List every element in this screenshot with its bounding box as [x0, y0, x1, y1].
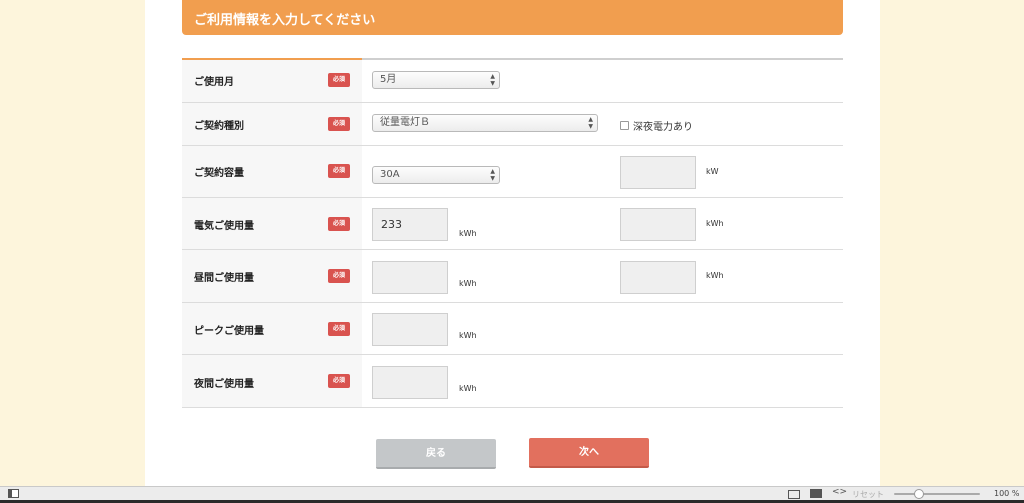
required-badge: 必須: [328, 117, 350, 131]
required-badge: 必須: [328, 164, 350, 178]
label-cell: ご契約種別 必須: [182, 103, 362, 145]
row-label: ピークご使用量: [194, 326, 264, 337]
unit-label: kWh: [459, 229, 477, 238]
row-peak-usage: ピークご使用量 必須 kWh: [182, 303, 843, 355]
required-badge: 必須: [328, 217, 350, 231]
daytime-usage-right-input[interactable]: [620, 261, 696, 294]
month-select[interactable]: 5月 ▲ ▼: [372, 71, 500, 89]
contract-type-select-value: 従量電灯Ｂ: [380, 117, 430, 128]
reset-label[interactable]: リセット: [852, 489, 884, 500]
select-arrows-icon: ▲ ▼: [588, 116, 593, 130]
label-cell: ご契約容量 必須: [182, 146, 362, 197]
month-select-value: 5月: [380, 74, 397, 85]
unit-label: kWh: [706, 271, 724, 280]
back-button[interactable]: 戻る: [376, 439, 496, 469]
label-cell: 昼間ご使用量 必須: [182, 250, 362, 302]
row-label: ご契約種別: [194, 121, 244, 132]
capacity-select-value: 30A: [380, 169, 400, 180]
screen-icon[interactable]: [788, 490, 800, 499]
unit-label: kWh: [459, 384, 477, 393]
zoom-slider-handle[interactable]: [914, 489, 924, 499]
label-cell: 夜間ご使用量 必須: [182, 355, 362, 407]
daytime-usage-input[interactable]: [372, 261, 448, 294]
status-bar: <> リセット 100 %: [0, 486, 1024, 500]
late-night-checkbox[interactable]: [620, 121, 629, 130]
electric-usage-input[interactable]: 233: [372, 208, 448, 241]
electric-usage-right-input[interactable]: [620, 208, 696, 241]
label-cell: ご使用月 必須: [182, 60, 362, 102]
capacity-select[interactable]: 30A ▲ ▼: [372, 166, 500, 184]
code-icon[interactable]: <>: [832, 487, 847, 497]
night-usage-input[interactable]: [372, 366, 448, 399]
peak-usage-input[interactable]: [372, 313, 448, 346]
select-arrows-icon: ▲ ▼: [490, 168, 495, 182]
section-title: ご利用情報を入力してください: [194, 13, 376, 28]
next-button[interactable]: 次へ: [529, 438, 649, 468]
required-badge: 必須: [328, 269, 350, 283]
row-label: 電気ご使用量: [194, 221, 254, 232]
required-badge: 必須: [328, 73, 350, 87]
late-night-checkbox-label[interactable]: 深夜電力あり: [633, 118, 693, 133]
row-label: ご使用月: [194, 77, 234, 88]
section-header: ご利用情報を入力してください: [182, 0, 843, 35]
row-daytime-usage: 昼間ご使用量 必須 kWh kWh: [182, 250, 843, 303]
unit-label: kWh: [459, 279, 477, 288]
row-night-usage: 夜間ご使用量 必須 kWh: [182, 355, 843, 408]
zoom-slider-track[interactable]: [894, 493, 980, 495]
select-arrows-icon: ▲ ▼: [490, 73, 495, 87]
contract-type-select[interactable]: 従量電灯Ｂ ▲ ▼: [372, 114, 598, 132]
unit-label: kW: [706, 167, 719, 176]
label-cell: 電気ご使用量 必須: [182, 198, 362, 249]
required-badge: 必須: [328, 374, 350, 388]
row-contract-type: ご契約種別 必須 従量電灯Ｂ ▲ ▼ 深夜電力あり: [182, 103, 843, 146]
sidebar-toggle-icon[interactable]: [8, 489, 19, 498]
required-badge: 必須: [328, 322, 350, 336]
row-label: 昼間ご使用量: [194, 273, 254, 284]
zoom-level: 100 %: [994, 489, 1020, 498]
row-electric-usage: 電気ご使用量 必須 233 kWh kWh: [182, 198, 843, 250]
unit-label: kWh: [459, 331, 477, 340]
row-capacity: ご契約容量 必須 30A ▲ ▼ kW: [182, 146, 843, 198]
row-label: ご契約容量: [194, 168, 244, 179]
capacity-kw-input[interactable]: [620, 156, 696, 189]
row-month: ご使用月 必須 5月 ▲ ▼: [182, 60, 843, 103]
label-cell: ピークご使用量 必須: [182, 303, 362, 354]
row-label: 夜間ご使用量: [194, 379, 254, 390]
unit-label: kWh: [706, 219, 724, 228]
image-icon[interactable]: [810, 489, 822, 498]
